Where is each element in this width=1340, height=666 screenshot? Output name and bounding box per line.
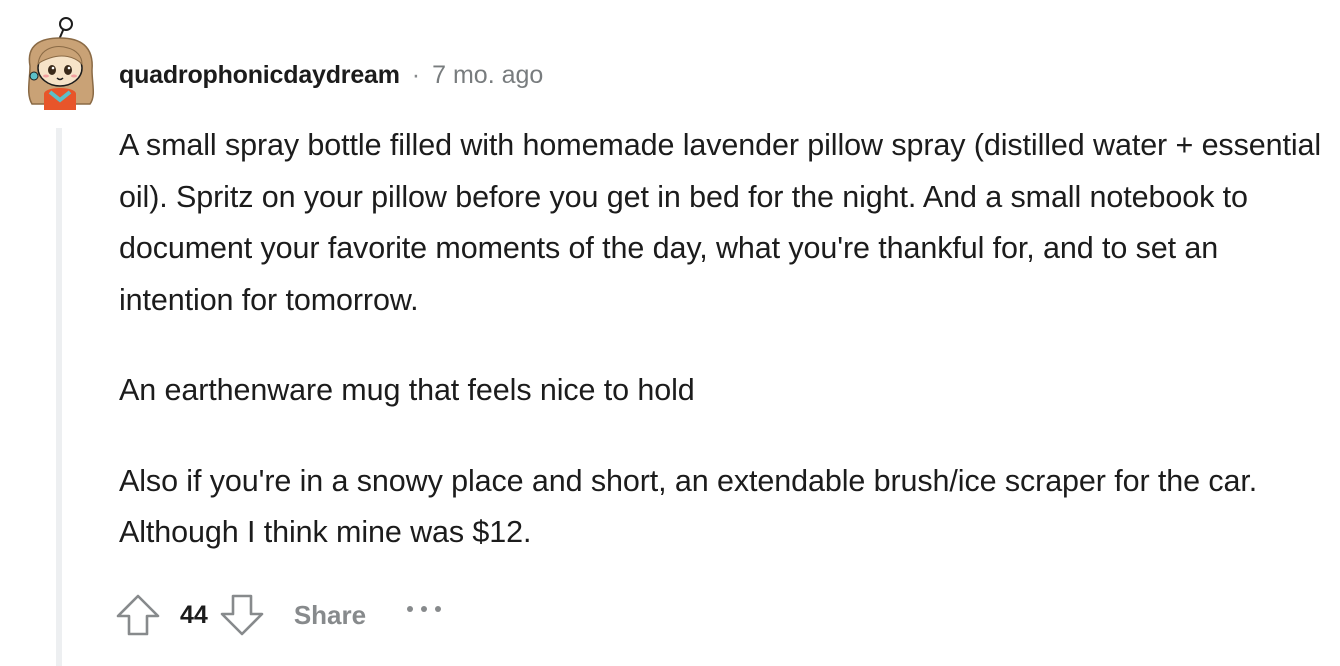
comment-paragraph: A small spray bottle filled with homemad…	[119, 128, 1322, 317]
share-button[interactable]: Share	[294, 600, 366, 631]
comment-paragraph: Also if you're in a snowy place and shor…	[119, 463, 1258, 550]
comment-header: quadrophonicdaydream · 7 mo. ago	[119, 58, 543, 92]
downvote-arrow-icon[interactable]	[218, 591, 266, 639]
comment-body: A small spray bottle filled with homemad…	[119, 120, 1334, 598]
author-username[interactable]: quadrophonicdaydream	[119, 61, 400, 90]
meta-separator: ·	[411, 60, 421, 89]
more-dots-icon[interactable]	[404, 599, 444, 619]
upvote-arrow-icon[interactable]	[114, 591, 162, 639]
thread-line[interactable]	[56, 128, 62, 666]
avatar-icon[interactable]	[20, 14, 100, 110]
snoo-avatar-icon	[27, 17, 95, 110]
vote-score: 44	[180, 600, 208, 629]
comment-timestamp[interactable]: 7 mo. ago	[432, 61, 543, 90]
comment-paragraph: An earthenware mug that feels nice to ho…	[119, 373, 695, 407]
comment-actions: 44 Share	[114, 589, 444, 641]
